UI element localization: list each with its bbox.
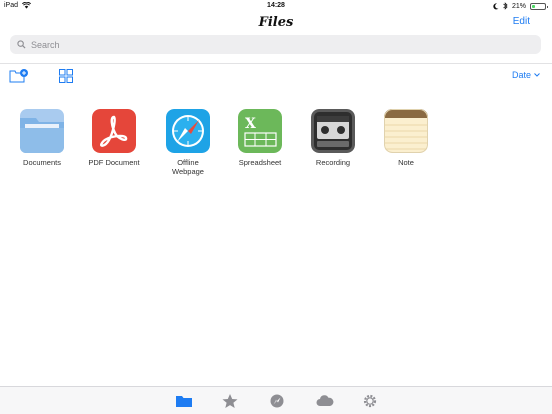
file-item-label: Recording <box>315 158 351 167</box>
battery-percent: 21% <box>511 2 526 10</box>
file-item-label: Spreadsheet <box>238 158 282 167</box>
file-item-pdf-document[interactable]: PDF Document <box>79 109 149 167</box>
spreadsheet-icon: X <box>238 109 282 153</box>
file-item-note[interactable]: Note <box>371 109 441 167</box>
search-icon <box>17 40 26 49</box>
star-icon[interactable] <box>221 393 239 409</box>
status-bar: iPad 14:28 21% <box>0 0 552 12</box>
file-item-documents[interactable]: Documents <box>7 109 77 167</box>
file-item-recording[interactable]: Recording <box>298 109 368 167</box>
file-item-label: Offline Webpage <box>172 158 204 176</box>
status-right: 21% <box>493 2 548 10</box>
battery-icon <box>530 2 548 10</box>
compass-icon <box>166 109 210 153</box>
navigation-bar: Files Edit <box>0 12 552 34</box>
file-item-spreadsheet[interactable]: X Spreadsheet <box>225 109 295 167</box>
notepad-icon <box>384 109 428 153</box>
compass-icon[interactable] <box>268 393 286 409</box>
tab-bar <box>0 386 552 414</box>
file-item-label: Documents <box>23 158 61 167</box>
new-folder-icon[interactable] <box>9 68 29 84</box>
search-placeholder: Search <box>31 39 60 50</box>
bluetooth-icon <box>503 2 508 10</box>
search-input[interactable]: Search <box>10 35 541 54</box>
gear-icon[interactable] <box>361 393 379 409</box>
cloud-icon[interactable] <box>316 393 334 409</box>
file-item-label: PDF Document <box>88 158 140 167</box>
sort-dropdown[interactable]: Date <box>512 70 540 80</box>
moon-icon <box>493 2 499 9</box>
file-item-label: Note <box>398 158 414 167</box>
status-time: 14:28 <box>267 2 285 9</box>
sort-label: Date <box>511 70 531 80</box>
edit-button[interactable]: Edit <box>513 16 530 27</box>
page-title: Files <box>258 15 294 30</box>
svg-text:X: X <box>245 116 256 132</box>
chevron-down-icon <box>534 73 540 77</box>
folder-icon <box>20 109 64 153</box>
battery-level <box>532 4 535 8</box>
recorder-icon <box>311 109 355 153</box>
pdf-icon <box>92 109 136 153</box>
file-item-offline-webpage[interactable]: Offline Webpage <box>153 109 223 176</box>
folder-icon[interactable] <box>175 393 193 409</box>
divider <box>0 63 552 64</box>
grid-view-icon[interactable] <box>59 69 73 83</box>
